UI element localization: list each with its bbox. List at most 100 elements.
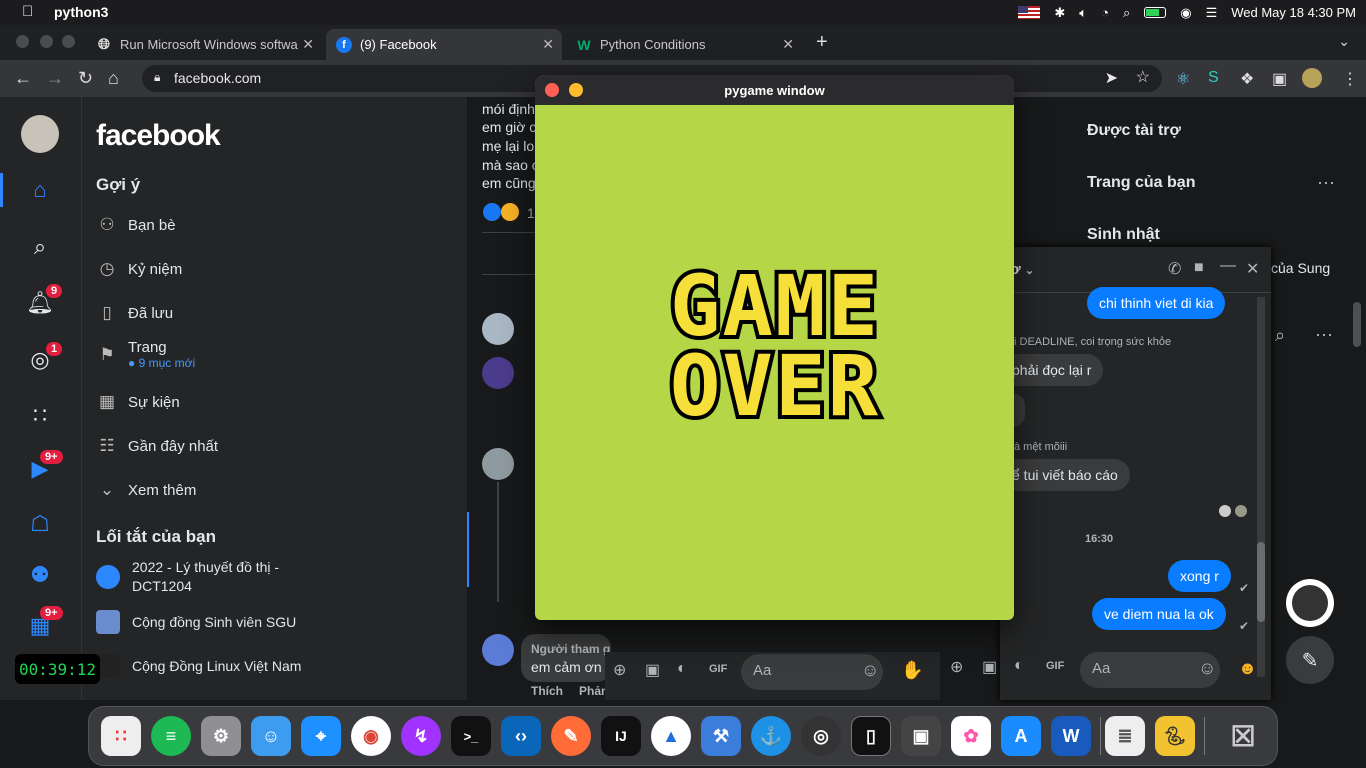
screenshot-icon[interactable]: ▣ [901,716,941,756]
flag-icon[interactable] [1018,6,1041,19]
commenter-avatar[interactable] [482,448,514,480]
close-window-button[interactable] [16,35,29,48]
trash-icon[interactable]: ☒ [1223,716,1263,756]
message-bubble[interactable]: phải đọc lại r [1000,354,1104,386]
tab-windows-software[interactable]: 🌐︎ Run Microsoft Windows softwa ✕ [86,29,322,60]
postman-icon[interactable]: ✎ [551,716,591,756]
reload-icon[interactable]: ↻ [78,68,93,89]
close-tab-icon[interactable]: ✕ [302,36,314,53]
sidepanel-icon[interactable]: ▣ [1272,69,1287,89]
gif-icon[interactable]: GIF [1046,660,1064,672]
home-icon[interactable]: ⌂ [108,68,119,89]
wifi-icon[interactable]: ◔ [1101,5,1109,20]
facebook-logo[interactable]: facebook [96,119,221,153]
tab-facebook[interactable]: f (9) Facebook ✕ [326,29,562,60]
tab-python-conditions[interactable]: W Python Conditions ✕ [566,29,802,60]
minimize-window-button[interactable] [40,35,53,48]
spotify-icon[interactable]: ≡ [151,716,191,756]
active-app-name[interactable]: python3 [54,4,108,20]
close-chat-icon[interactable]: ✕ [1246,259,1259,279]
photos-icon[interactable]: ✿ [951,716,991,756]
back-icon[interactable]: ← [14,68,32,89]
nav-item-friends[interactable]: ⚇ Bạn bè [96,215,175,235]
anonymous-avatar[interactable] [482,634,514,666]
video-call-icon[interactable]: ■ [1194,259,1204,277]
comment-author[interactable]: Người tham g [531,642,610,656]
apple-icon[interactable]:  [22,3,33,20]
extensions-icon[interactable]: ❖ [1240,69,1254,89]
like-reaction-icon[interactable] [483,203,501,221]
battery-icon[interactable] [1144,7,1167,18]
window-title-bar[interactable]: pygame window [535,75,1014,105]
chrome-icon[interactable]: ◉ [351,716,391,756]
more-options-icon[interactable]: ⋯ [1317,173,1335,194]
new-tab-button[interactable]: + [816,31,828,54]
volume-icon[interactable]: 🔈︎ [1079,5,1087,21]
emoji-icon[interactable]: ☺ [1198,658,1216,679]
chrome-menu-icon[interactable]: ⋮ [1342,69,1358,89]
image-icon[interactable]: ▣ [982,657,997,677]
contacts-options-icon[interactable]: ⋯ [1315,325,1333,346]
shortcut-item[interactable]: Cộng đồng Sinh viên SGU [96,610,296,634]
gif-icon[interactable]: GIF [709,663,727,675]
settings-icon[interactable]: ⚙ [201,716,241,756]
groups-icon[interactable]: ⚉ [23,558,57,592]
sticker-icon[interactable]: ◐ [1014,657,1024,675]
marketplace-icon[interactable]: ☖ [23,507,57,541]
xcode-icon[interactable]: ⚒ [701,716,741,756]
spotlight-icon[interactable]: ⌕ [1123,5,1130,21]
python-launcher-icon[interactable]: 🐍︎ [1155,716,1195,756]
message-bubble[interactable]: xong r [1168,560,1231,592]
new-message-icon[interactable]: ✎ [1286,636,1334,684]
control-center-icon[interactable]: ☰ [1206,5,1218,21]
nav-item-saved[interactable]: ▯ Đã lưu [96,303,173,323]
reaction-emoji-icon[interactable]: ☻ [1238,658,1257,679]
finder-icon[interactable]: ☺ [251,716,291,756]
app-store-icon[interactable]: A [1001,716,1041,756]
word-icon[interactable]: W [1051,716,1091,756]
pygame-window[interactable]: pygame window GAME OVER [535,75,1014,620]
chat-head-avatar[interactable] [1286,579,1334,627]
bookmark-star-icon[interactable]: ☆ [1136,67,1150,87]
forward-icon[interactable]: → [46,68,64,89]
commenter-avatar[interactable] [482,357,514,389]
intellij-icon[interactable]: IJ [601,716,641,756]
docker-icon[interactable]: ⚓ [751,716,791,756]
nav-item-recent[interactable]: ☷ Gần đây nhất [96,436,218,456]
sticker-icon[interactable]: ◐ [677,660,687,678]
clock[interactable]: Wed May 18 4:30 PM [1231,5,1356,20]
terminal-icon[interactable]: >_ [451,716,491,756]
extension-s-icon[interactable]: S [1208,69,1219,87]
call-icon[interactable]: ✆ [1168,259,1181,279]
shortcut-item[interactable]: Cộng Đồng Linux Việt Nam [96,654,301,678]
instruments-icon[interactable]: ▲ [651,716,691,756]
tab-search-icon[interactable]: ⌄ [1338,33,1350,50]
add-icon[interactable]: ⊕ [950,657,963,677]
lock-icon[interactable]: 🔒︎ [154,70,160,85]
close-window-button[interactable] [545,83,559,97]
search-contacts-icon[interactable]: ⌕ [1275,325,1285,346]
commenter-avatar[interactable] [482,313,514,345]
sad-reaction-icon[interactable] [501,203,519,221]
nav-item-pages[interactable]: ⚑ Trang ● 9 mục mới [96,339,195,370]
menu-grid-icon[interactable]: ∷ [23,399,57,433]
shortcut-item[interactable]: 2022 - Lý thuyết đồ thị - DCT1204 [96,558,316,596]
send-icon[interactable]: ➤ [1105,68,1118,88]
textedit-icon[interactable]: ≣ [1105,716,1145,756]
home-icon[interactable]: ⌂ [23,173,57,207]
iphone-icon[interactable]: ▯ [851,716,891,756]
obs-icon[interactable]: ◎ [801,716,841,756]
like-link[interactable]: Thích [531,684,563,698]
safari-icon[interactable]: ⌖ [301,716,341,756]
add-icon[interactable]: ⊕ [613,660,626,680]
zoom-window-button[interactable] [62,35,75,48]
profile-avatar[interactable] [1302,68,1322,88]
nav-item-see-more[interactable]: ⌄ Xem thêm [96,480,196,500]
reply-link[interactable]: Phản [579,684,608,698]
message-bubble[interactable]: chi thinh viet di kia [1087,287,1226,319]
image-icon[interactable]: ▣ [645,660,660,680]
nav-item-events[interactable]: ▦ Sự kiện [96,392,180,412]
thumbs-up-icon[interactable]: ✋ [901,660,923,681]
minimize-chat-icon[interactable]: — [1220,257,1236,275]
chat-scrollbar[interactable] [1257,297,1265,677]
